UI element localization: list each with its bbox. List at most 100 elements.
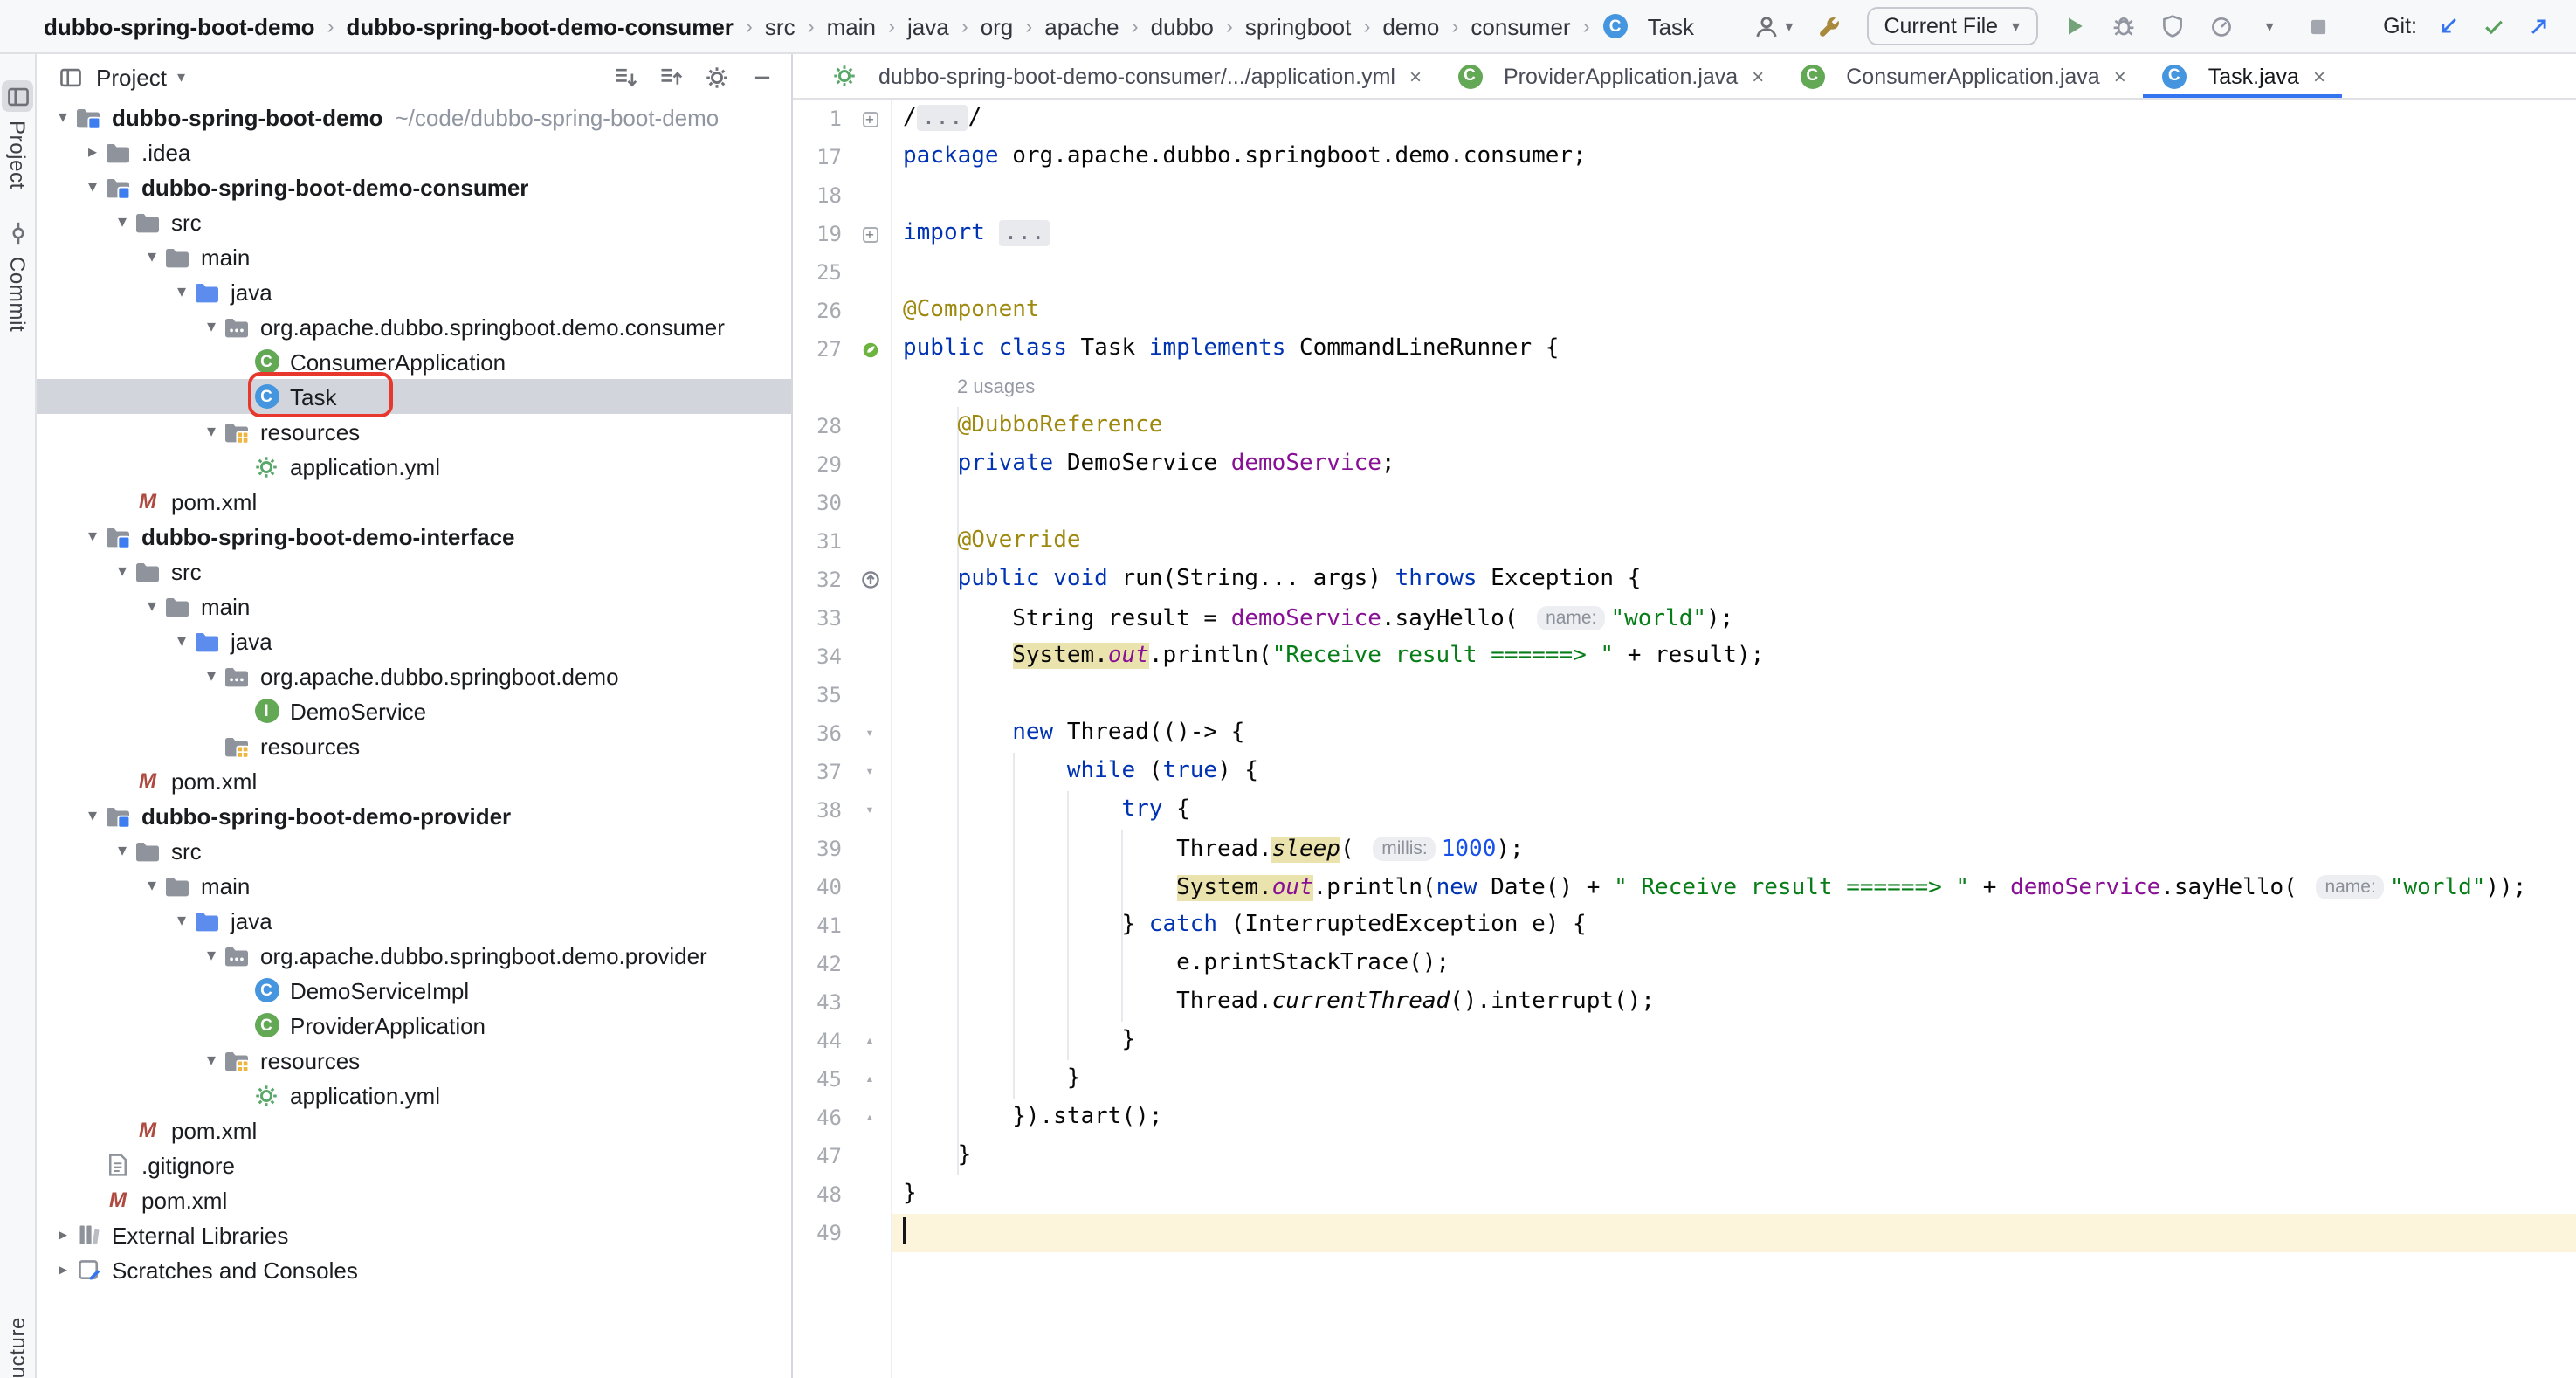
fold-marker-icon[interactable]: +	[849, 215, 891, 253]
profiler-button[interactable]	[2205, 10, 2236, 42]
tree-row[interactable]: ▾resources	[37, 1043, 791, 1078]
code-line[interactable]: 26@Component	[793, 292, 2576, 330]
fold-marker-icon[interactable]: ▴	[849, 1099, 891, 1137]
code-line[interactable]: 35	[793, 676, 2576, 714]
tree-row[interactable]: ▾dubbo-spring-boot-demo~/code/dubbo-spri…	[37, 100, 791, 134]
tree-row[interactable]: ▾main	[37, 589, 791, 624]
code-line[interactable]: 25	[793, 253, 2576, 292]
code-line[interactable]: 47 }	[793, 1137, 2576, 1175]
breadcrumb-item[interactable]: apache	[1044, 13, 1119, 39]
chevron-right-icon[interactable]: ▸	[51, 1225, 75, 1244]
chevron-right-icon[interactable]: ▸	[51, 1260, 75, 1279]
code-line[interactable]: 41 } catch (InterruptedException e) {	[793, 906, 2576, 945]
tree-row[interactable]: .gitignore	[37, 1147, 791, 1182]
spring-gutter-icon[interactable]	[849, 330, 891, 369]
hide-panel-icon[interactable]	[746, 61, 777, 93]
chevron-down-icon[interactable]: ▾	[110, 212, 134, 231]
tree-row[interactable]: ▾main	[37, 239, 791, 274]
tree-row[interactable]: ▾java	[37, 274, 791, 309]
code-line[interactable]: 17package org.apache.dubbo.springboot.de…	[793, 138, 2576, 176]
chevron-down-icon[interactable]: ▾	[199, 666, 224, 686]
breadcrumb-item[interactable]: CTask	[1602, 13, 1694, 39]
breadcrumb-item[interactable]: src	[765, 13, 796, 39]
tree-row[interactable]: resources	[37, 728, 791, 763]
fold-marker-icon[interactable]: ▾	[849, 753, 891, 791]
code-line[interactable]: 28 @DubboReference	[793, 407, 2576, 445]
override-gutter-icon[interactable]	[849, 561, 891, 599]
run-button[interactable]	[2058, 10, 2090, 42]
code-line[interactable]: 40 System.out.println(new Date() + " Rec…	[793, 868, 2576, 906]
run-config-dropdown[interactable]: Current File ▾	[1866, 7, 2037, 45]
tree-row[interactable]: ▾resources	[37, 414, 791, 449]
coverage-button[interactable]	[2156, 10, 2187, 42]
chevron-down-icon[interactable]: ▾	[199, 946, 224, 965]
breadcrumb-item[interactable]: java	[907, 13, 949, 39]
fold-marker-icon[interactable]: ▾	[849, 791, 891, 830]
code-line[interactable]: 1+/.../	[793, 100, 2576, 138]
editor-tab[interactable]: CTask.java×	[2144, 54, 2343, 98]
tree-row[interactable]: application.yml	[37, 449, 791, 484]
stripe-button-project[interactable]: Project	[2, 80, 33, 189]
chevron-down-icon[interactable]: ▾	[177, 67, 185, 86]
project-title[interactable]: Project	[96, 64, 167, 90]
stripe-button-structure[interactable]: Structure	[5, 1316, 30, 1378]
code-line[interactable]: 37▾ while (true) {	[793, 753, 2576, 791]
chevron-down-icon[interactable]: ▾	[140, 247, 164, 266]
git-update-button[interactable]	[2433, 10, 2464, 42]
chevron-down-icon[interactable]: ▾	[169, 282, 194, 301]
code-line[interactable]: 36▾ new Thread(()-> {	[793, 714, 2576, 753]
tree-row[interactable]: ▾org.apache.dubbo.springboot.demo.consum…	[37, 309, 791, 344]
chevron-down-icon[interactable]: ▾	[80, 806, 105, 825]
tree-row[interactable]: Mpom.xml	[37, 1113, 791, 1147]
chevron-right-icon[interactable]: ▸	[80, 142, 105, 162]
tree-row[interactable]: ▸Scratches and Consoles	[37, 1252, 791, 1287]
breadcrumb-item[interactable]: main	[827, 13, 876, 39]
tree-row[interactable]: ▾main	[37, 868, 791, 903]
usages-hint[interactable]: 2 usages	[957, 377, 1035, 398]
close-tab-icon[interactable]: ×	[1409, 64, 1422, 88]
chevron-down-icon[interactable]: ▾	[80, 177, 105, 196]
tree-row[interactable]: ▸External Libraries	[37, 1217, 791, 1252]
debug-button[interactable]	[2107, 10, 2139, 42]
code-line[interactable]: 30	[793, 484, 2576, 522]
breadcrumb-item[interactable]: springboot	[1245, 13, 1351, 39]
fold-marker-icon[interactable]: ▾	[849, 714, 891, 753]
breadcrumb-item[interactable]: org	[981, 13, 1014, 39]
collapse-all-icon[interactable]	[655, 61, 686, 93]
tree-row[interactable]: ▾dubbo-spring-boot-demo-interface	[37, 519, 791, 554]
stop-button[interactable]	[2303, 10, 2334, 42]
code-line[interactable]: 33 String result = demoService.sayHello(…	[793, 599, 2576, 637]
chevron-down-icon[interactable]: ▾	[140, 596, 164, 616]
git-commit-button[interactable]	[2478, 10, 2510, 42]
more-run-chevron[interactable]: ▾	[2254, 10, 2285, 42]
editor-tab[interactable]: CConsumerApplication.java×	[1781, 54, 2143, 98]
tree-row[interactable]: ▾src	[37, 204, 791, 239]
code-line[interactable]: 31 @Override	[793, 522, 2576, 561]
code-line[interactable]: 32 public void run(String... args) throw…	[793, 561, 2576, 599]
chevron-down-icon[interactable]: ▾	[199, 317, 224, 336]
tree-row[interactable]: ▾dubbo-spring-boot-demo-consumer	[37, 169, 791, 204]
user-profile-button[interactable]: ▾	[1750, 10, 1793, 42]
chevron-down-icon[interactable]: ▾	[169, 631, 194, 651]
close-tab-icon[interactable]: ×	[2313, 64, 2325, 88]
wrench-icon[interactable]	[1814, 10, 1845, 42]
chevron-down-icon[interactable]: ▾	[169, 911, 194, 930]
code-line[interactable]: 27public class Task implements CommandLi…	[793, 330, 2576, 369]
close-tab-icon[interactable]: ×	[1752, 64, 1764, 88]
tree-row[interactable]: ▸.idea	[37, 134, 791, 169]
tree-row[interactable]: ▾src	[37, 554, 791, 589]
breadcrumb-item[interactable]: dubbo-spring-boot-demo-consumer	[347, 13, 734, 39]
tree-row[interactable]: CProviderApplication	[37, 1008, 791, 1043]
tree-row[interactable]: ▾dubbo-spring-boot-demo-provider	[37, 798, 791, 833]
chevron-down-icon[interactable]: ▾	[199, 422, 224, 441]
chevron-down-icon[interactable]: ▾	[110, 562, 134, 581]
tree-row[interactable]: IDemoService	[37, 693, 791, 728]
fold-marker-icon[interactable]: ▴	[849, 1022, 891, 1060]
close-tab-icon[interactable]: ×	[2114, 64, 2126, 88]
tree-row[interactable]: application.yml	[37, 1078, 791, 1113]
chevron-down-icon[interactable]: ▾	[80, 527, 105, 546]
code-line[interactable]: 42 e.printStackTrace();	[793, 945, 2576, 983]
code-line[interactable]: 18	[793, 176, 2576, 215]
tree-row[interactable]: ▾java	[37, 624, 791, 658]
chevron-down-icon[interactable]: ▾	[51, 107, 75, 127]
